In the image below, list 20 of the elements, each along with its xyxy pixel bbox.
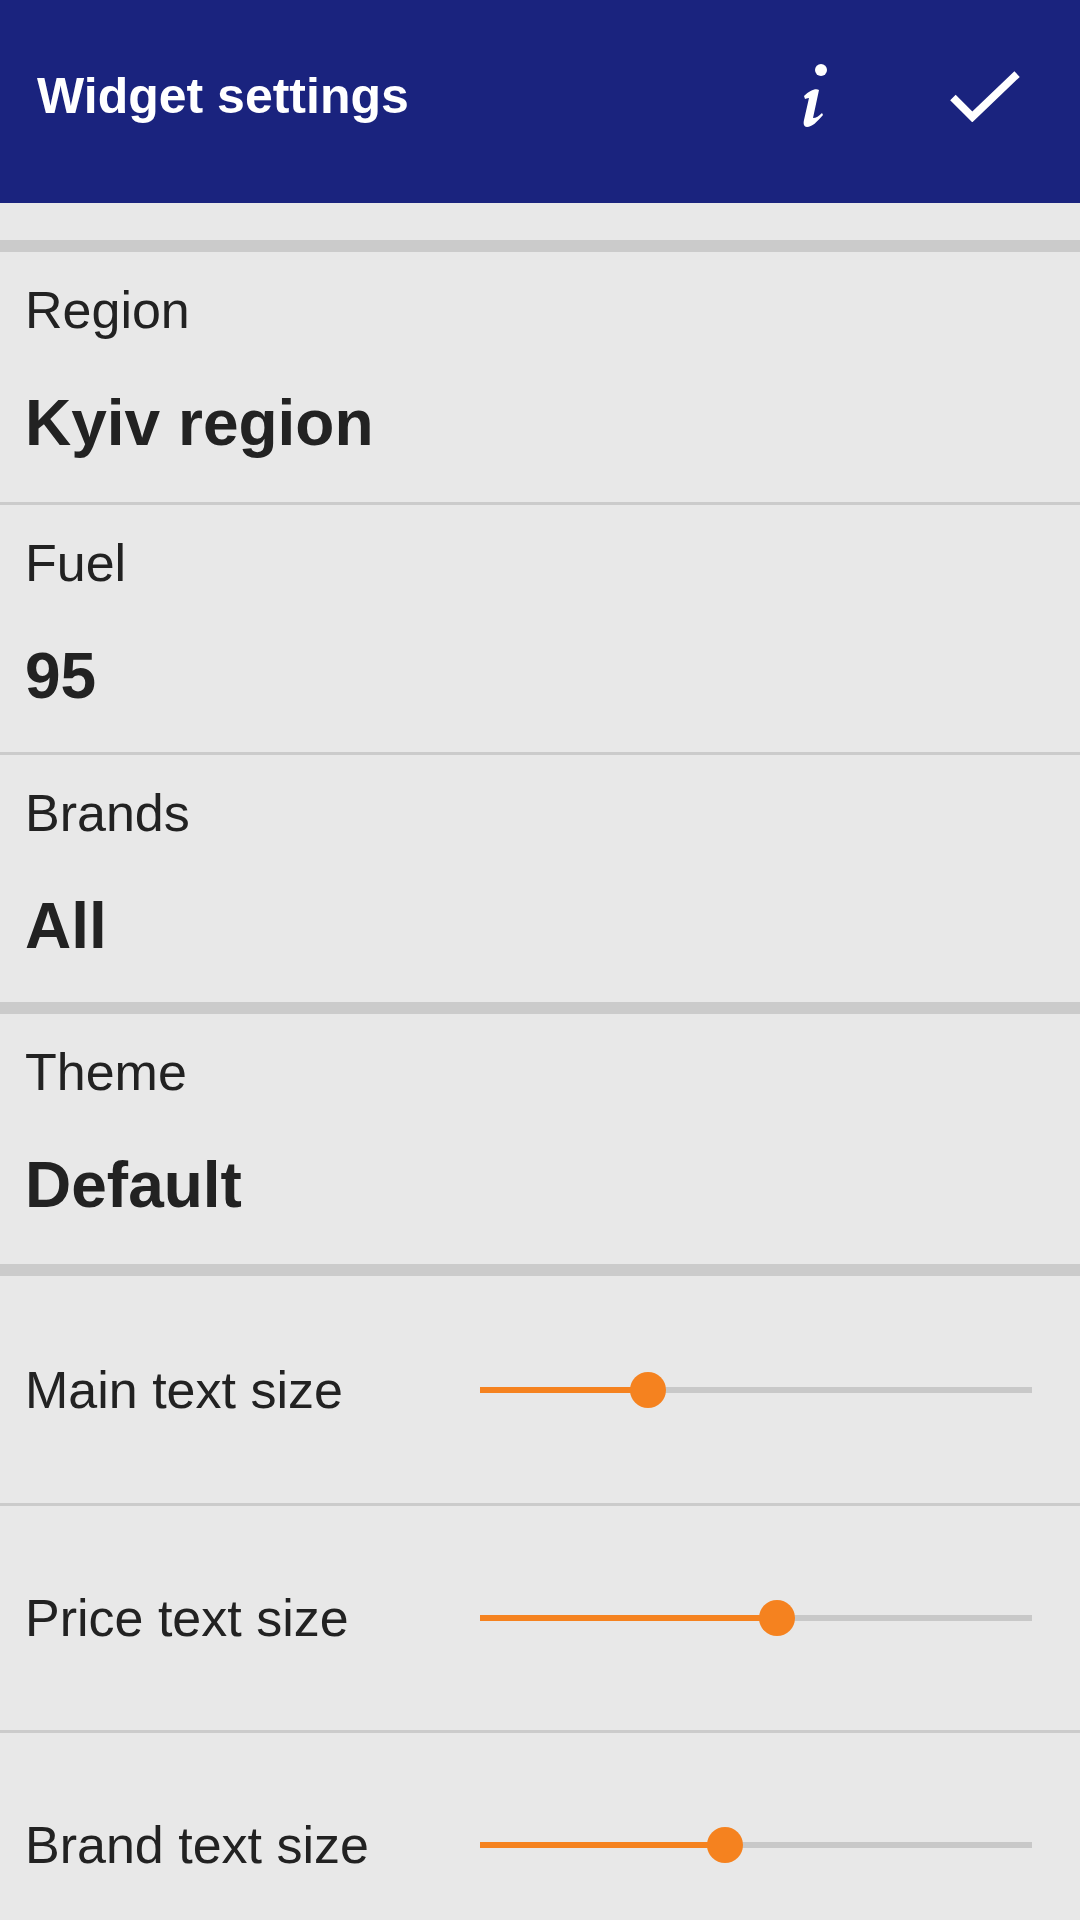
- slider-thumb[interactable]: [629, 1371, 666, 1408]
- setting-value[interactable]: Default: [25, 1145, 242, 1225]
- setting-label: Region: [25, 280, 190, 341]
- check-icon: [950, 69, 1020, 122]
- setting-value[interactable]: All: [25, 886, 107, 966]
- slider-thumb[interactable]: [758, 1600, 795, 1636]
- slider-track[interactable]: [480, 1827, 1032, 1863]
- setting-value[interactable]: Kyiv region: [25, 383, 374, 463]
- setting-label: Brands: [25, 783, 190, 844]
- slider-track[interactable]: [480, 1600, 1032, 1636]
- setting-label: Fuel: [25, 533, 127, 594]
- slider-thumb[interactable]: [707, 1827, 744, 1863]
- info-icon: [802, 63, 828, 128]
- slider-label: Price text size: [25, 1588, 350, 1649]
- setting-label: Theme: [25, 1042, 187, 1103]
- screen-title: Widget settings: [37, 66, 410, 126]
- slider-label: Brand text size: [25, 1815, 370, 1876]
- setting-value[interactable]: 95: [25, 636, 97, 716]
- slider-track[interactable]: [480, 1371, 1032, 1408]
- slider-label: Main text size: [25, 1359, 344, 1421]
